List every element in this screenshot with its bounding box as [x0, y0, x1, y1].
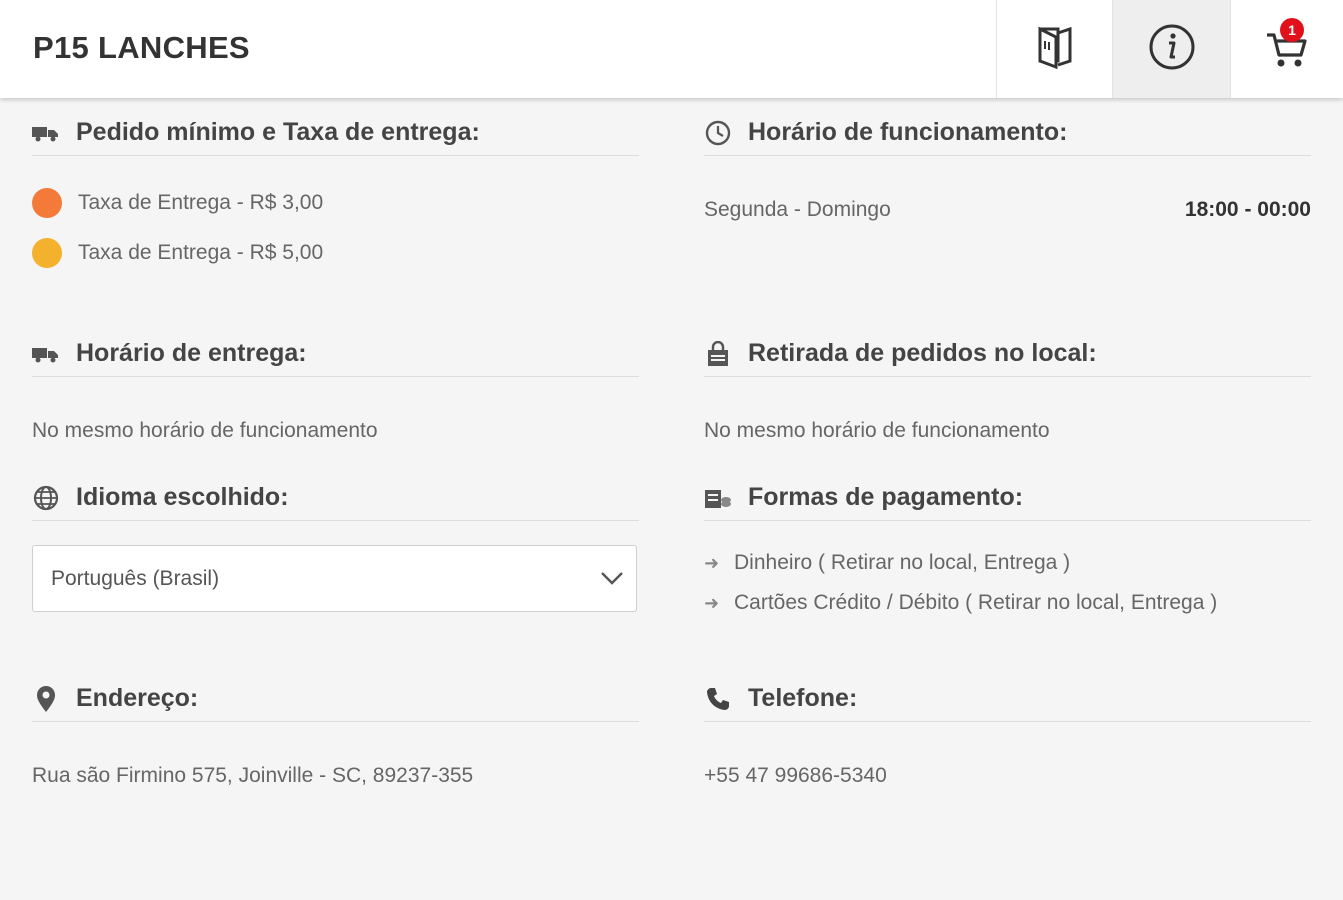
payment-section: Formas de pagamento: ➜ Dinheiro ( Retira…	[704, 481, 1311, 651]
globe-icon	[32, 484, 60, 512]
arrow-right-icon: ➜	[704, 592, 720, 613]
info-button[interactable]	[1112, 0, 1230, 98]
hours-time: 18:00 - 00:00	[1184, 198, 1311, 221]
hours-row: Segunda - Domingo 18:00 - 00:00	[704, 198, 1311, 222]
cart-count-badge: 1	[1280, 18, 1304, 42]
section-title: Endereço:	[76, 684, 199, 712]
section-title: Idioma escolhido:	[76, 483, 289, 511]
section-header: Telefone:	[704, 682, 1311, 722]
section-header: Horário de funcionamento:	[704, 116, 1311, 156]
delivery-fee-section: Pedido mínimo e Taxa de entrega: Taxa de…	[32, 116, 639, 278]
section-header: Endereço:	[32, 682, 639, 722]
truck-icon	[32, 340, 60, 368]
status-dot	[32, 188, 62, 218]
pickup-section: Retirada de pedidos no local: No mesmo h…	[704, 337, 1311, 447]
menu-book-icon	[1036, 25, 1074, 74]
section-title: Horário de funcionamento:	[748, 118, 1068, 146]
fee-label: Taxa de Entrega - R$ 3,00	[78, 191, 324, 214]
language-select[interactable]: Português (Brasil)	[32, 545, 637, 612]
section-header: Retirada de pedidos no local:	[704, 337, 1311, 377]
phone-section: Telefone: +55 47 99686-5340	[704, 682, 1311, 802]
payment-label: Dinheiro ( Retirar no local, Entrega )	[734, 551, 1071, 574]
app-title: P15 LANCHES	[33, 30, 250, 65]
list-item: Taxa de Entrega - R$ 5,00	[32, 228, 639, 278]
menu-button[interactable]	[996, 0, 1112, 98]
language-selected-value: Português (Brasil)	[51, 566, 220, 590]
section-title: Horário de entrega:	[76, 339, 307, 367]
address-section: Endereço: Rua são Firmino 575, Joinville…	[32, 682, 639, 802]
section-title: Pedido mínimo e Taxa de entrega:	[76, 118, 480, 146]
truck-icon	[32, 119, 60, 147]
clock-icon	[704, 119, 732, 147]
language-section: Idioma escolhido: Português (Brasil)	[32, 481, 639, 621]
list-item: ➜ Cartões Crédito / Débito ( Retirar no …	[704, 583, 1311, 623]
section-title: Retirada de pedidos no local:	[748, 339, 1097, 367]
section-title: Formas de pagamento:	[748, 483, 1024, 511]
pickup-text: No mesmo horário de funcionamento	[704, 419, 1050, 442]
opening-hours-section: Horário de funcionamento: Segunda - Domi…	[704, 116, 1311, 246]
delivery-hours-text: No mesmo horário de funcionamento	[32, 419, 378, 442]
list-item: Taxa de Entrega - R$ 3,00	[32, 178, 639, 228]
money-icon	[704, 484, 732, 512]
arrow-right-icon: ➜	[704, 552, 720, 573]
section-header: Pedido mínimo e Taxa de entrega:	[32, 116, 639, 156]
hours-days: Segunda - Domingo	[704, 198, 891, 221]
section-title: Telefone:	[748, 684, 858, 712]
status-dot	[32, 238, 62, 268]
top-bar: P15 LANCHES 1	[0, 0, 1343, 98]
payment-label: Cartões Crédito / Débito ( Retirar no lo…	[734, 591, 1218, 614]
fee-label: Taxa de Entrega - R$ 5,00	[78, 241, 324, 264]
delivery-hours-section: Horário de entrega: No mesmo horário de …	[32, 337, 639, 447]
section-header: Horário de entrega:	[32, 337, 639, 377]
shopping-bag-icon	[704, 340, 732, 368]
info-icon	[1148, 23, 1196, 76]
chevron-down-icon	[600, 566, 624, 596]
phone-link[interactable]: +55 47 99686-5340	[704, 764, 887, 788]
cart-button[interactable]: 1	[1230, 0, 1343, 98]
section-header: Idioma escolhido:	[32, 481, 639, 521]
address-text: Rua são Firmino 575, Joinville - SC, 892…	[32, 764, 474, 787]
section-header: Formas de pagamento:	[704, 481, 1311, 521]
map-pin-icon	[32, 685, 60, 713]
phone-icon	[704, 685, 732, 713]
list-item: ➜ Dinheiro ( Retirar no local, Entrega )	[704, 543, 1311, 583]
